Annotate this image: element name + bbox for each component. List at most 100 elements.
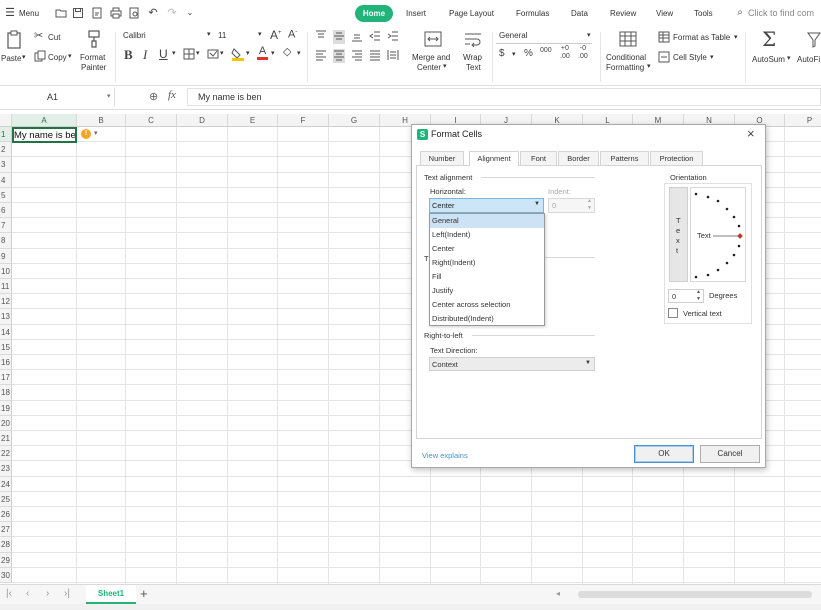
justify-icon[interactable] — [369, 49, 381, 63]
chevron-down-icon[interactable]: ▾ — [196, 49, 200, 57]
chevron-down-icon[interactable]: ▾ — [443, 62, 447, 70]
row-header[interactable]: 23 — [0, 461, 12, 477]
chevron-down-icon[interactable]: ▾ — [512, 50, 516, 58]
row-header[interactable]: 22 — [0, 446, 12, 462]
name-box[interactable]: A1 ▾ — [0, 88, 115, 106]
sheet-tab-sheet1[interactable]: Sheet1 — [86, 585, 136, 604]
menu-button[interactable]: Menu — [19, 9, 39, 18]
autofilter-icon[interactable] — [807, 32, 821, 50]
row-header[interactable]: 27 — [0, 522, 12, 538]
row-header[interactable]: 24 — [0, 476, 12, 492]
column-header-g[interactable]: G — [329, 114, 380, 127]
row-header[interactable]: 20 — [0, 415, 12, 431]
font-color-icon[interactable]: A — [257, 46, 268, 60]
row-header[interactable]: 8 — [0, 233, 12, 249]
tab-view[interactable]: View — [656, 9, 673, 18]
last-sheet-icon[interactable]: ›| — [64, 588, 70, 599]
underline-icon[interactable]: U — [159, 48, 168, 60]
align-right-icon[interactable] — [351, 49, 363, 63]
row-header[interactable]: 18 — [0, 385, 12, 401]
view-explains-link[interactable]: View explains — [422, 451, 468, 460]
clear-format-icon[interactable]: ◇ — [283, 47, 291, 58]
row-header[interactable]: 5 — [0, 187, 12, 203]
row-header[interactable]: 1 — [0, 127, 12, 143]
row-header[interactable]: 26 — [0, 507, 12, 523]
open-folder-icon[interactable] — [55, 7, 67, 19]
align-top-icon[interactable] — [315, 30, 327, 44]
format-painter-icon[interactable] — [86, 30, 102, 50]
copy-icon[interactable] — [34, 50, 46, 64]
row-header[interactable]: 13 — [0, 309, 12, 325]
column-header-d[interactable]: D — [177, 114, 228, 127]
thousands-separator-icon[interactable]: 000 — [540, 47, 552, 54]
align-center-icon[interactable] — [333, 49, 345, 63]
decrease-indent-icon[interactable] — [369, 30, 381, 44]
cell-style-button[interactable]: Cell Style — [673, 53, 707, 62]
row-header[interactable]: 12 — [0, 294, 12, 310]
vertical-text-box[interactable]: T e x t — [669, 187, 688, 282]
row-header[interactable]: 17 — [0, 370, 12, 386]
chevron-down-icon[interactable]: ▾ — [734, 33, 738, 41]
option-distributed-indent[interactable]: Distributed(Indent) — [430, 312, 544, 326]
percent-icon[interactable]: % — [524, 49, 533, 59]
fill-color-icon[interactable] — [231, 47, 245, 63]
row-header[interactable]: 21 — [0, 431, 12, 447]
align-bottom-icon[interactable] — [351, 30, 363, 44]
indent-stepper[interactable]: 0 ▲ ▼ — [548, 198, 595, 213]
column-header-f[interactable]: F — [278, 114, 329, 127]
cut-button[interactable]: Cut — [48, 33, 60, 42]
option-fill[interactable]: Fill — [430, 270, 544, 284]
row-header[interactable]: 4 — [0, 172, 12, 188]
column-header-p[interactable]: P — [785, 114, 821, 127]
paste-button[interactable]: Paste — [1, 54, 21, 63]
column-header-e[interactable]: E — [228, 114, 278, 127]
chevron-down-icon[interactable]: ▾ — [258, 30, 262, 38]
option-general[interactable]: General — [430, 214, 544, 228]
cancel-button[interactable]: Cancel — [700, 445, 760, 463]
orientation-dial[interactable]: Text — [690, 187, 746, 282]
ok-button[interactable]: OK — [634, 445, 694, 463]
decrease-decimal-icon[interactable]: -0.00 — [578, 45, 588, 61]
column-header-a[interactable]: A — [12, 114, 77, 127]
tab-insert[interactable]: Insert — [406, 9, 426, 18]
merge-center-icon[interactable] — [424, 31, 442, 49]
option-left-indent[interactable]: Left(Indent) — [430, 228, 544, 242]
chevron-down-icon[interactable]: ▾ — [94, 129, 98, 137]
increase-font-icon[interactable]: A+ — [270, 29, 282, 41]
format-painter-button[interactable]: Format — [80, 53, 105, 62]
tab-protection[interactable]: Protection — [650, 151, 703, 165]
horizontal-scrollbar[interactable] — [578, 591, 812, 598]
dialog-title-bar[interactable]: S Format Cells × — [412, 125, 765, 145]
tab-data[interactable]: Data — [571, 9, 588, 18]
bold-icon[interactable]: B — [124, 48, 133, 61]
row-header[interactable]: 14 — [0, 324, 12, 340]
distributed-icon[interactable] — [387, 49, 399, 63]
cell-style-icon[interactable] — [207, 48, 219, 62]
add-sheet-icon[interactable]: + — [140, 586, 148, 601]
stepper-up-icon[interactable]: ▲ — [696, 289, 701, 295]
italic-icon[interactable]: I — [143, 48, 147, 61]
row-header[interactable]: 10 — [0, 263, 12, 279]
scroll-left-icon[interactable]: ◂ — [556, 589, 560, 598]
option-justify[interactable]: Justify — [430, 284, 544, 298]
zoom-search-icon[interactable]: ⊕ — [149, 90, 158, 103]
tab-page-layout[interactable]: Page Layout — [449, 9, 494, 18]
format-as-table-button[interactable]: Format as Table — [673, 33, 730, 42]
chevron-down-icon[interactable]: ▾ — [107, 92, 111, 100]
chevron-down-icon[interactable]: ▾ — [297, 49, 301, 57]
paste-icon[interactable] — [5, 30, 23, 50]
row-header[interactable]: 30 — [0, 567, 12, 583]
chevron-down-icon[interactable]: ▾ — [246, 49, 250, 57]
undo-icon[interactable]: ↶ — [147, 7, 159, 19]
row-header[interactable]: 16 — [0, 355, 12, 371]
chevron-down-icon[interactable]: ▾ — [710, 53, 714, 61]
currency-icon[interactable]: $ — [499, 49, 505, 59]
chevron-down-icon[interactable]: ▾ — [207, 30, 211, 38]
degrees-stepper[interactable]: 0 ▲ ▼ — [668, 289, 704, 303]
row-header[interactable]: 25 — [0, 491, 12, 507]
autofilter-button[interactable]: AutoFi — [797, 55, 820, 64]
chevron-down-icon[interactable]: ▾ — [68, 52, 72, 60]
row-header[interactable]: 29 — [0, 552, 12, 568]
merge-center-button[interactable]: Merge and — [412, 53, 450, 62]
option-right-indent[interactable]: Right(Indent) — [430, 256, 544, 270]
